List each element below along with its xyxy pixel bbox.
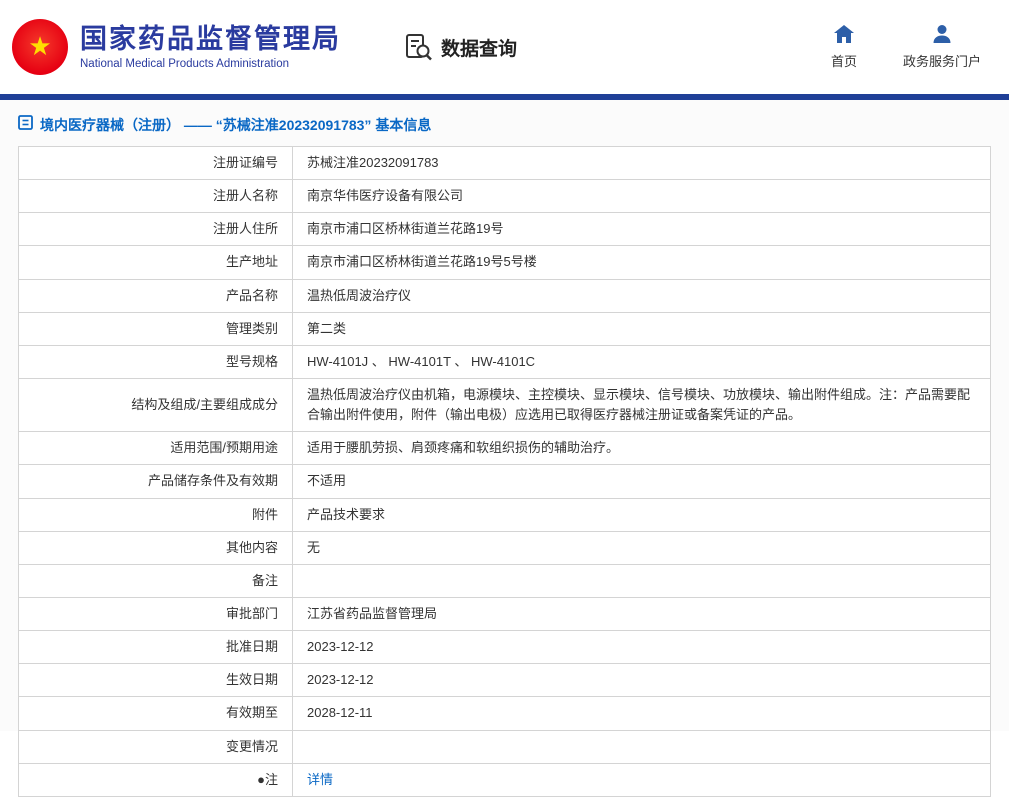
document-icon (18, 115, 33, 135)
nav-portal[interactable]: 政务服务门户 (903, 24, 981, 70)
table-row: 生产地址 南京市浦口区桥林街道兰花路19号5号楼 (18, 245, 991, 280)
nav-home-label: 首页 (830, 54, 857, 69)
row-value: HW-4101J 、 HW-4101T 、 HW-4101C (292, 344, 991, 379)
registration-info-table: 注册证编号 苏械注准20232091783 注册人名称 南京华伟医疗设备有限公司 注册人… (18, 145, 991, 797)
row-value: 2023-12-12 (292, 663, 991, 698)
data-query-label: 数据查询 (441, 38, 518, 60)
row-label: 生效日期 (18, 663, 293, 698)
org-name-en: National Medical Products Administration (80, 58, 290, 71)
nav-home[interactable]: 首页 (831, 24, 857, 70)
table-row: 注册证编号 苏械注准20232091783 (18, 145, 991, 181)
detail-link[interactable]: 详情 (307, 772, 333, 787)
table-row: 生效日期 2023-12-12 (18, 663, 991, 698)
star-icon: ★ (28, 31, 52, 61)
row-value: 南京市浦口区桥林街道兰花路19号5号楼 (292, 245, 991, 280)
info-table-body: 注册证编号 苏械注准20232091783 注册人名称 南京华伟医疗设备有限公司 注册人… (18, 145, 991, 797)
table-row: 备注 (18, 563, 991, 598)
table-row: ●注 详情 (18, 762, 991, 797)
row-label: 产品名称 (18, 278, 293, 313)
table-row: 批准日期 2023-12-12 (18, 630, 991, 665)
table-row: 审批部门 江苏省药品监督管理局 (18, 596, 991, 632)
row-value: 南京市浦口区桥林街道兰花路19号 (292, 212, 991, 247)
org-name-cn: 国家药品监督管理局 (80, 23, 341, 54)
row-label: 有效期至 (18, 696, 293, 731)
table-row: 注册人住所 南京市浦口区桥林街道兰花路19号 (18, 212, 991, 247)
site-header: ★ 国家药品监督管理局 National Medical Products Ad… (0, 0, 1009, 94)
row-label: 变更情况 (18, 729, 293, 764)
row-value: 2028-12-11 (292, 696, 991, 731)
row-value: 适用于腰肌劳损、肩颈疼痛和软组织损伤的辅助治疗。 (292, 431, 991, 466)
header-nav: 首页 政务服务门户 (831, 24, 981, 70)
row-label: 附件 (18, 497, 293, 532)
row-label: 注册人名称 (18, 179, 293, 214)
table-row: 附件 产品技术要求 (18, 497, 991, 532)
table-row: 变更情况 (18, 729, 991, 764)
row-label: 备注 (18, 563, 293, 598)
row-label: 批准日期 (18, 630, 293, 665)
row-value: 南京华伟医疗设备有限公司 (292, 179, 991, 214)
row-label: 注册证编号 (18, 145, 293, 181)
table-row: 适用范围/预期用途 适用于腰肌劳损、肩颈疼痛和软组织损伤的辅助治疗。 (18, 431, 991, 466)
row-label: 适用范围/预期用途 (18, 431, 293, 466)
page-title: 境内医疗器械（注册） —— “苏械注准20232091783” 基本信息 (40, 117, 432, 133)
table-row: 有效期至 2028-12-11 (18, 696, 991, 731)
nav-portal-label: 政务服务门户 (902, 54, 981, 69)
table-row: 型号规格 HW-4101J 、 HW-4101T 、 HW-4101C (18, 344, 991, 379)
row-label: 生产地址 (18, 245, 293, 280)
row-value (292, 729, 991, 764)
row-value (292, 563, 991, 598)
user-icon (932, 24, 952, 44)
row-label: ●注 (18, 762, 293, 797)
home-icon (833, 24, 855, 44)
row-value: 温热低周波治疗仪 (292, 278, 991, 313)
table-row: 其他内容无 (18, 530, 991, 565)
nmpa-logo[interactable]: ★ 国家药品监督管理局 National Medical Products Ad… (12, 19, 341, 75)
row-value: 2023-12-12 (292, 630, 991, 665)
row-label: 审批部门 (18, 596, 293, 632)
row-label: 结构及组成/主要组成成分 (18, 377, 293, 433)
table-row: 产品名称 温热低周波治疗仪 (18, 278, 991, 313)
row-value: 无 (292, 530, 991, 565)
row-value: 第二类 (292, 311, 991, 346)
org-names: 国家药品监督管理局 National Medical Products Admi… (80, 24, 341, 70)
row-value: 产品技术要求 (292, 497, 991, 532)
row-value: 江苏省药品监督管理局 (292, 596, 991, 632)
row-label: 产品储存条件及有效期 (18, 464, 293, 499)
table-row: 管理类别 第二类 (18, 311, 991, 346)
national-emblem-icon: ★ (12, 19, 68, 75)
table-row: 注册人名称 南京华伟医疗设备有限公司 (18, 179, 991, 214)
breadcrumb: 境内医疗器械（注册） —— “苏械注准20232091783” 基本信息 (0, 100, 1009, 146)
row-label: 型号规格 (18, 344, 293, 379)
table-row: 产品储存条件及有效期 不适用 (18, 464, 991, 499)
row-value: 温热低周波治疗仪由机箱，电源模块、主控模块、显示模块、信号模块、功放模块、输出附… (292, 377, 991, 433)
row-value: 详情 (292, 762, 991, 797)
row-value: 不适用 (292, 464, 991, 499)
page-content: 境内医疗器械（注册） —— “苏械注准20232091783” 基本信息 注册证… (0, 100, 1009, 797)
data-query-icon (403, 32, 433, 62)
row-label: 注册人住所 (18, 212, 293, 247)
data-query-tab[interactable]: 数据查询 (403, 32, 517, 62)
row-value: 苏械注准20232091783 (292, 145, 991, 181)
table-row: 结构及组成/主要组成成分 温热低周波治疗仪由机箱，电源模块、主控模块、显示模块、信… (18, 377, 991, 433)
row-label: 管理类别 (18, 311, 293, 346)
row-label: 其他内容 (18, 530, 293, 565)
